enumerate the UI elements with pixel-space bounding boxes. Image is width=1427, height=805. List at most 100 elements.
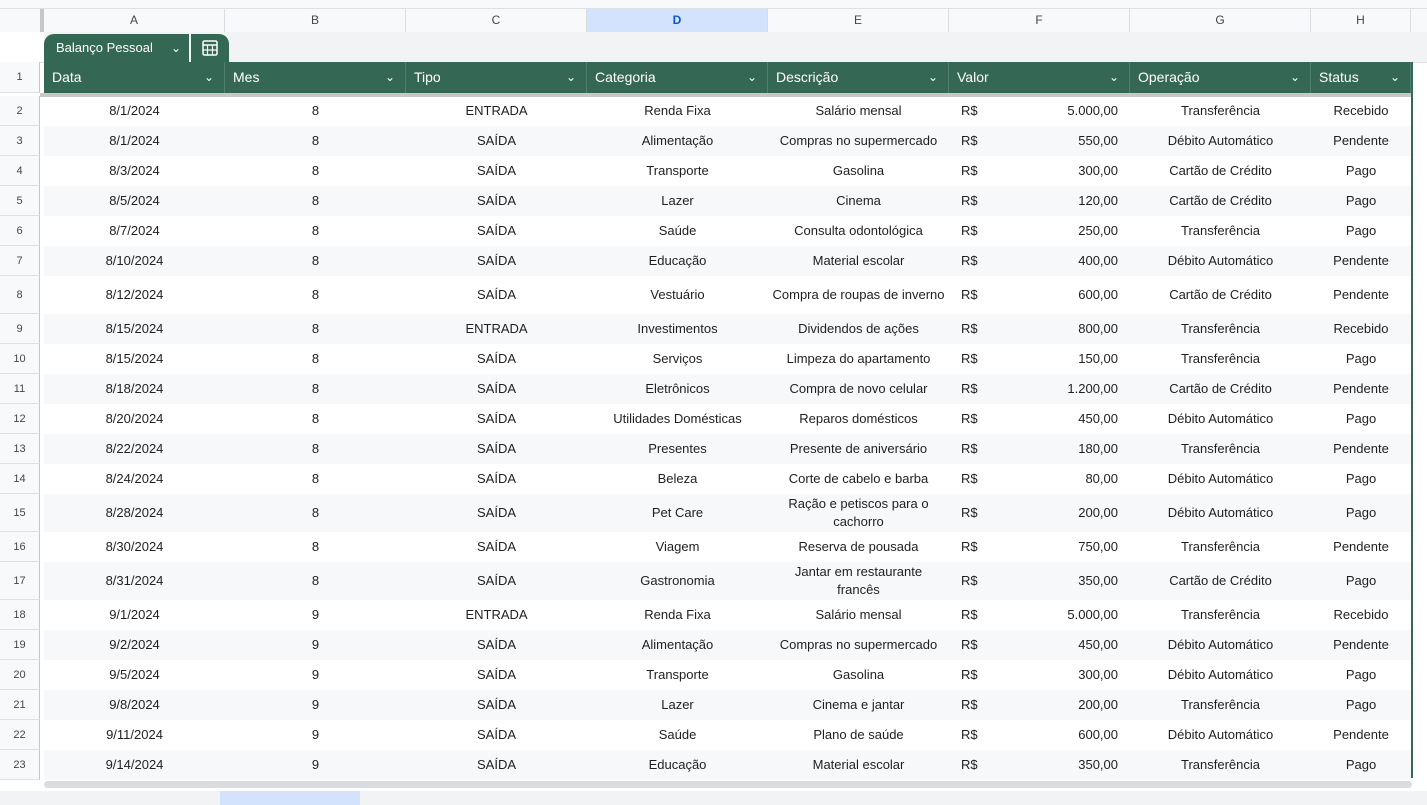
cell-descricao[interactable]: Compra de novo celular (768, 374, 949, 404)
cell-status[interactable]: Pago (1311, 156, 1411, 186)
cell-mes[interactable]: 8 (225, 126, 406, 156)
cell-operacao[interactable]: Débito Automático (1130, 246, 1311, 276)
cell-tipo[interactable]: SAÍDA (406, 562, 587, 600)
cell-data[interactable]: 8/30/2024 (44, 532, 225, 562)
cell-valor[interactable]: R$ 1.200,00 (949, 374, 1130, 404)
cell-status[interactable]: Pendente (1311, 276, 1411, 314)
row-number[interactable]: 21 (0, 690, 40, 720)
cell-categoria[interactable]: Lazer (587, 186, 768, 216)
cell-status[interactable]: Pago (1311, 186, 1411, 216)
cell-data[interactable]: 8/24/2024 (44, 464, 225, 494)
row-number[interactable]: 7 (0, 246, 40, 276)
chevron-down-icon[interactable]: ⌄ (566, 62, 576, 93)
row-number[interactable]: 9 (0, 314, 40, 344)
header-status[interactable]: Status ⌄ (1311, 62, 1411, 93)
cell-operacao[interactable]: Transferência (1130, 532, 1311, 562)
cell-mes[interactable]: 9 (225, 750, 406, 780)
header-operacao[interactable]: Operação ⌄ (1130, 62, 1311, 93)
cell-data[interactable]: 8/10/2024 (44, 246, 225, 276)
cell-descricao[interactable]: Cinema (768, 186, 949, 216)
cell-operacao[interactable]: Débito Automático (1130, 660, 1311, 690)
row-number[interactable]: 18 (0, 600, 40, 630)
cell-valor[interactable]: R$ 550,00 (949, 126, 1130, 156)
cell-mes[interactable]: 8 (225, 404, 406, 434)
cell-valor[interactable]: R$ 800,00 (949, 314, 1130, 344)
cell-operacao[interactable]: Transferência (1130, 434, 1311, 464)
cell-mes[interactable]: 8 (225, 494, 406, 532)
cell-valor[interactable]: R$ 350,00 (949, 750, 1130, 780)
cell-categoria[interactable]: Educação (587, 246, 768, 276)
cell-status[interactable]: Pago (1311, 660, 1411, 690)
cell-categoria[interactable]: Educação (587, 750, 768, 780)
cell-descricao[interactable]: Compras no supermercado (768, 630, 949, 660)
cell-operacao[interactable]: Cartão de Crédito (1130, 276, 1311, 314)
cell-data[interactable]: 9/1/2024 (44, 600, 225, 630)
header-valor[interactable]: Valor ⌄ (949, 62, 1130, 93)
cell-data[interactable]: 9/2/2024 (44, 630, 225, 660)
cell-data[interactable]: 9/14/2024 (44, 750, 225, 780)
table-name-chip[interactable]: Balanço Pessoal ⌄ (44, 34, 189, 62)
cell-categoria[interactable]: Presentes (587, 434, 768, 464)
cell-valor[interactable]: R$ 600,00 (949, 720, 1130, 750)
cell-mes[interactable]: 8 (225, 314, 406, 344)
cell-valor[interactable]: R$ 450,00 (949, 404, 1130, 434)
cell-tipo[interactable]: ENTRADA (406, 96, 587, 126)
cell-valor[interactable]: R$ 80,00 (949, 464, 1130, 494)
row-number[interactable]: 1 (0, 62, 40, 93)
cell-tipo[interactable]: SAÍDA (406, 404, 587, 434)
row-number[interactable]: 17 (0, 562, 40, 600)
cell-mes[interactable]: 8 (225, 156, 406, 186)
cell-operacao[interactable]: Transferência (1130, 750, 1311, 780)
cell-operacao[interactable]: Transferência (1130, 344, 1311, 374)
cell-operacao[interactable]: Débito Automático (1130, 494, 1311, 532)
cell-status[interactable]: Pendente (1311, 532, 1411, 562)
column-header-g[interactable]: G (1130, 9, 1311, 32)
cell-data[interactable]: 8/1/2024 (44, 96, 225, 126)
cell-categoria[interactable]: Gastronomia (587, 562, 768, 600)
row-number[interactable]: 15 (0, 494, 40, 532)
cell-categoria[interactable]: Eletrônicos (587, 374, 768, 404)
cell-status[interactable]: Pendente (1311, 630, 1411, 660)
cell-valor[interactable]: R$ 400,00 (949, 246, 1130, 276)
cell-descricao[interactable]: Corte de cabelo e barba (768, 464, 949, 494)
cell-mes[interactable]: 9 (225, 690, 406, 720)
row-number[interactable]: 10 (0, 344, 40, 374)
cell-data[interactable]: 8/7/2024 (44, 216, 225, 246)
cell-categoria[interactable]: Alimentação (587, 630, 768, 660)
chevron-down-icon[interactable]: ⌄ (1290, 62, 1300, 93)
cell-tipo[interactable]: SAÍDA (406, 532, 587, 562)
cell-categoria[interactable]: Renda Fixa (587, 600, 768, 630)
cell-tipo[interactable]: SAÍDA (406, 660, 587, 690)
cell-valor[interactable]: R$ 5.000,00 (949, 96, 1130, 126)
cell-mes[interactable]: 9 (225, 600, 406, 630)
cell-operacao[interactable]: Cartão de Crédito (1130, 186, 1311, 216)
row-number[interactable]: 3 (0, 126, 40, 156)
column-header-e[interactable]: E (768, 9, 949, 32)
cell-categoria[interactable]: Lazer (587, 690, 768, 720)
chevron-down-icon[interactable]: ⌄ (1390, 62, 1400, 93)
cell-status[interactable]: Recebido (1311, 600, 1411, 630)
cell-valor[interactable]: R$ 300,00 (949, 156, 1130, 186)
cell-categoria[interactable]: Beleza (587, 464, 768, 494)
cell-categoria[interactable]: Serviços (587, 344, 768, 374)
chevron-down-icon[interactable]: ⌄ (928, 62, 938, 93)
cell-status[interactable]: Pendente (1311, 374, 1411, 404)
cell-valor[interactable]: R$ 300,00 (949, 660, 1130, 690)
cell-mes[interactable]: 9 (225, 630, 406, 660)
cell-data[interactable]: 9/8/2024 (44, 690, 225, 720)
cell-tipo[interactable]: SAÍDA (406, 216, 587, 246)
cell-operacao[interactable]: Transferência (1130, 216, 1311, 246)
cell-status[interactable]: Pago (1311, 404, 1411, 434)
cell-operacao[interactable]: Transferência (1130, 96, 1311, 126)
cell-data[interactable]: 8/28/2024 (44, 494, 225, 532)
cell-descricao[interactable]: Jantar em restaurante francês (768, 562, 949, 600)
cell-categoria[interactable]: Saúde (587, 720, 768, 750)
header-descricao[interactable]: Descrição ⌄ (768, 62, 949, 93)
cell-categoria[interactable]: Alimentação (587, 126, 768, 156)
cell-status[interactable]: Pago (1311, 690, 1411, 720)
row-number[interactable]: 8 (0, 276, 40, 314)
sheet-tab-selected[interactable] (220, 791, 360, 805)
cell-categoria[interactable]: Pet Care (587, 494, 768, 532)
cell-categoria[interactable]: Saúde (587, 216, 768, 246)
row-number[interactable]: 12 (0, 404, 40, 434)
